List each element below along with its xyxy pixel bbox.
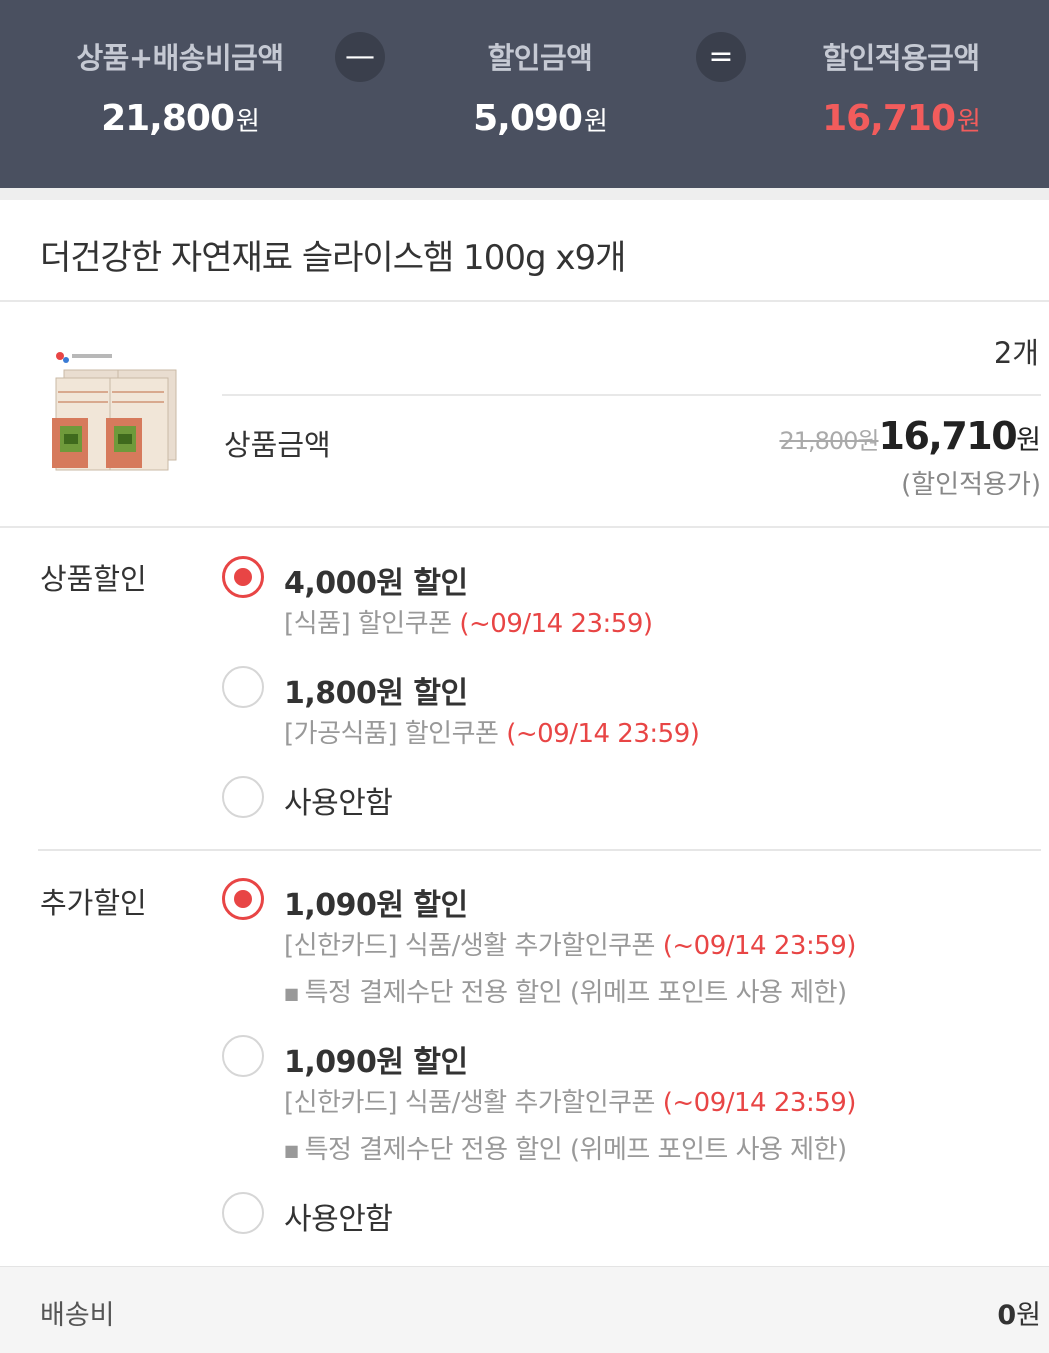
product-item: 2개 상품금액 21,800원16,710원 (할인적용가) <box>0 302 1049 528</box>
coupon-note-text: 특정 결제수단 전용 할인 (위메프 포인트 사용 제한) <box>304 1135 848 1165</box>
option-title: 1,090원 할인 <box>284 1045 468 1080</box>
divider <box>222 394 1041 396</box>
section-label: 추가할인 <box>40 886 147 920</box>
item-quantity: 2개 <box>993 336 1039 370</box>
option-title: 4,000원 할인 <box>284 566 468 601</box>
coupon-deadline: (~09/14 23:59) <box>506 719 700 749</box>
discount-option[interactable]: 1,800원 할인 [가공식품] 할인쿠폰 (~09/14 23:59) <box>222 666 1022 756</box>
radio-unchecked-icon[interactable] <box>222 1192 264 1234</box>
section-label: 상품할인 <box>40 562 147 596</box>
section-gap <box>0 188 1049 200</box>
radio-unchecked-icon[interactable] <box>222 666 264 708</box>
subtotal-value: 21,800 <box>101 98 235 139</box>
final-price: 16,710 <box>878 414 1018 458</box>
coupon-name: [신한카드] 식품/생활 추가할인쿠폰 <box>284 931 663 961</box>
shipping-value: 0 <box>997 1300 1017 1331</box>
radio-checked-icon[interactable] <box>222 556 264 598</box>
product-title-row: 더건강한 자연재료 슬라이스햄 100g x9개 <box>0 200 1049 302</box>
coupon-name: [가공식품] 할인쿠폰 <box>284 719 507 749</box>
coupon-description: [신한카드] 식품/생활 추가할인쿠폰 (~09/14 23:59) <box>284 925 856 962</box>
discount-option[interactable]: 4,000원 할인 [식품] 할인쿠폰 (~09/14 23:59) <box>222 556 1022 646</box>
discount-option[interactable]: 1,090원 할인 [신한카드] 식품/생활 추가할인쿠폰 (~09/14 23… <box>222 1035 1022 1170</box>
bullet-icon: ■ <box>284 1141 299 1160</box>
discount-value: 5,090 <box>473 98 583 139</box>
shipping-amount: 0원 <box>997 1293 1041 1332</box>
radio-checked-icon[interactable] <box>222 878 264 920</box>
shipping-label: 배송비 <box>40 1300 115 1331</box>
discount-amount: 5,090원 <box>370 98 710 139</box>
option-title: 사용안함 <box>284 1202 393 1237</box>
option-title: 1,090원 할인 <box>284 888 468 923</box>
option-title: 사용안함 <box>284 786 393 821</box>
total-amount: 16,710원 <box>731 98 1049 139</box>
shipping-fee-row: 배송비 0원 <box>0 1266 1049 1353</box>
coupon-note: ■ 특정 결제수단 전용 할인 (위메프 포인트 사용 제한) <box>284 1129 847 1166</box>
currency-unit: 원 <box>583 107 608 137</box>
option-title: 1,800원 할인 <box>284 676 468 711</box>
coupon-name: [식품] 할인쿠폰 <box>284 609 460 639</box>
subtotal-amount: 21,800원 <box>10 98 350 139</box>
divider <box>38 849 1041 851</box>
shipping-unit: 원 <box>1016 1300 1041 1331</box>
coupon-note-text: 특정 결제수단 전용 할인 (위메프 포인트 사용 제한) <box>304 978 848 1008</box>
radio-unchecked-icon[interactable] <box>222 776 264 818</box>
product-discount-section: 상품할인 4,000원 할인 [식품] 할인쿠폰 (~09/14 23:59) … <box>0 528 1049 850</box>
coupon-deadline: (~09/14 23:59) <box>459 609 653 639</box>
original-price: 21,800원 <box>779 427 879 455</box>
discount-label: 할인금액 <box>487 41 593 75</box>
currency-unit: 원 <box>236 107 260 137</box>
final-price-unit: 원 <box>1016 425 1041 456</box>
total-label: 할인적용금액 <box>822 41 980 75</box>
coupon-deadline: (~09/14 23:59) <box>662 1088 857 1118</box>
coupon-deadline: (~09/14 23:59) <box>662 931 857 961</box>
no-discount-option[interactable]: 사용안함 <box>222 1192 1022 1242</box>
price-note: (할인적용가) <box>901 470 1041 500</box>
price-summary-bar: 상품+배송비금액 21,800원 — 할인금액 5,090원 = 할인적용금액 … <box>0 0 1049 188</box>
no-discount-option[interactable]: 사용안함 <box>222 776 1022 826</box>
coupon-description: [가공식품] 할인쿠폰 (~09/14 23:59) <box>284 713 700 750</box>
subtotal-label: 상품+배송비금액 <box>76 41 284 75</box>
bullet-icon: ■ <box>284 984 299 1003</box>
product-title: 더건강한 자연재료 슬라이스햄 100g x9개 <box>40 238 626 278</box>
coupon-note: ■ 특정 결제수단 전용 할인 (위메프 포인트 사용 제한) <box>284 972 847 1009</box>
total-value: 16,710 <box>822 98 956 139</box>
coupon-name: [신한카드] 식품/생활 추가할인쿠폰 <box>284 1088 663 1118</box>
radio-unchecked-icon[interactable] <box>222 1035 264 1077</box>
coupon-description: [신한카드] 식품/생활 추가할인쿠폰 (~09/14 23:59) <box>284 1082 856 1119</box>
extra-discount-section: 추가할인 1,090원 할인 [신한카드] 식품/생활 추가할인쿠폰 (~09/… <box>0 852 1049 1264</box>
price-label: 상품금액 <box>224 428 331 462</box>
price-box: 21,800원16,710원 <box>779 414 1041 458</box>
currency-unit: 원 <box>957 107 981 137</box>
coupon-description: [식품] 할인쿠폰 (~09/14 23:59) <box>284 603 653 640</box>
product-thumbnail[interactable] <box>48 348 188 480</box>
discount-option[interactable]: 1,090원 할인 [신한카드] 식품/생활 추가할인쿠폰 (~09/14 23… <box>222 878 1022 1013</box>
